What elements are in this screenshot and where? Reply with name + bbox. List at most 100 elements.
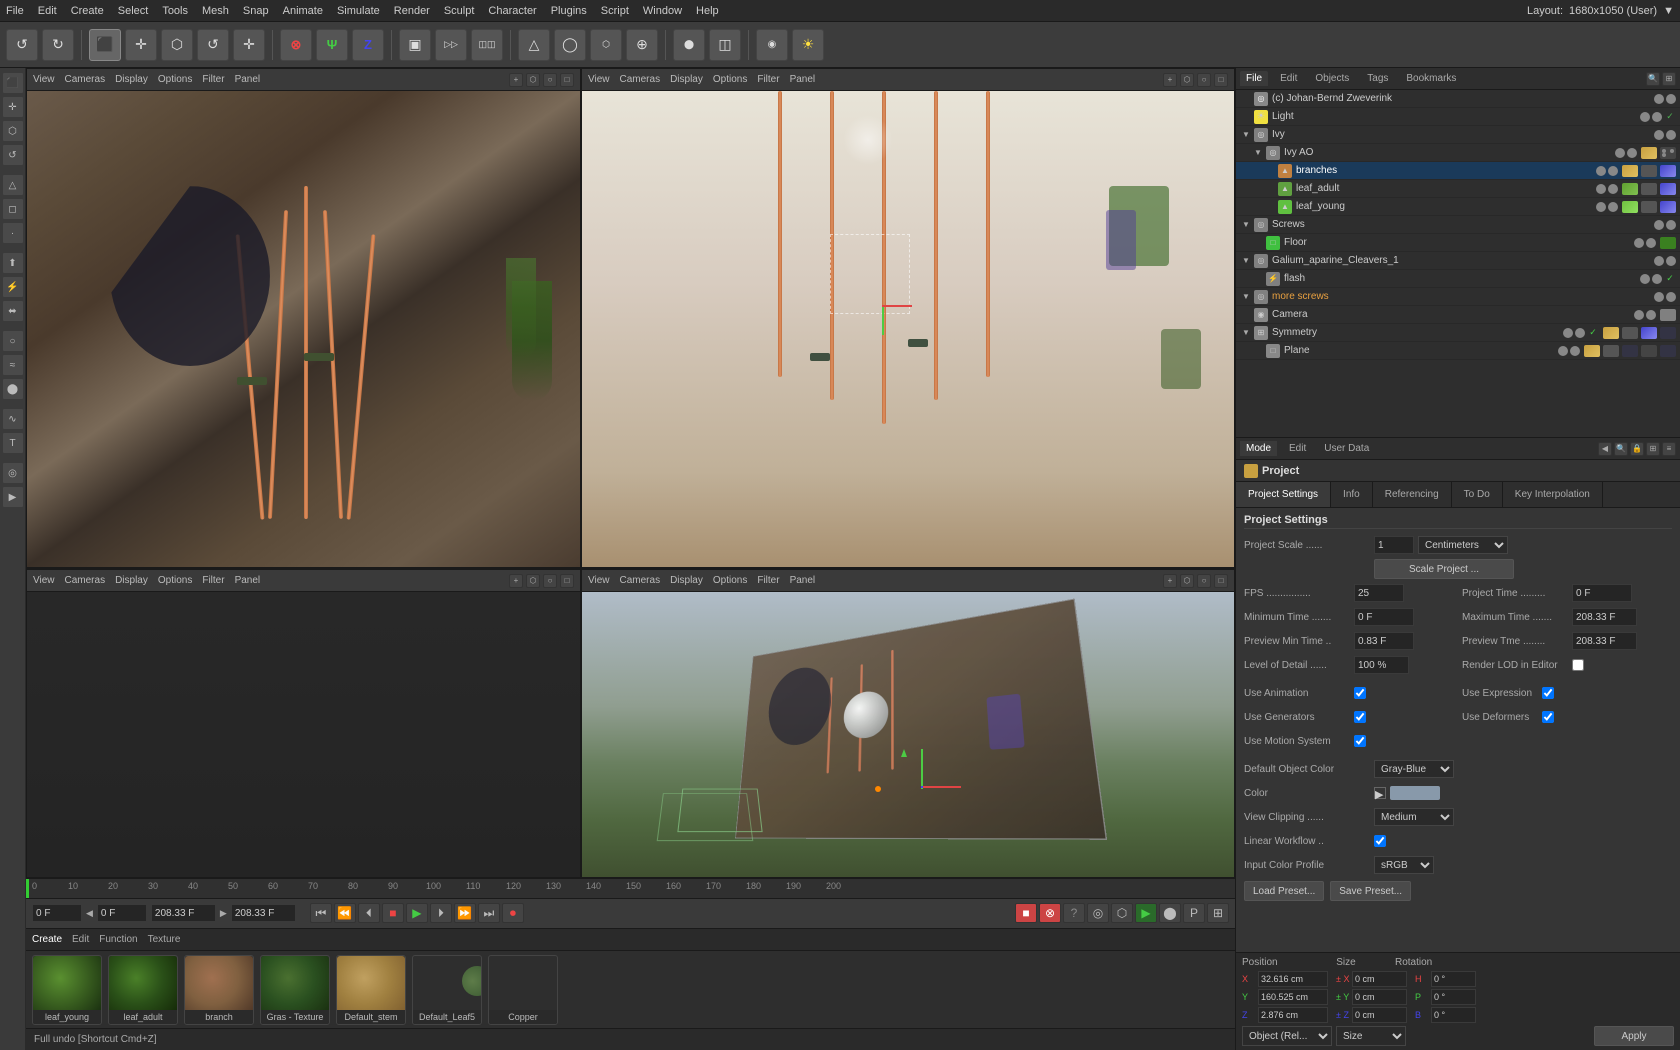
obj-tag3-symmetry[interactable] (1660, 327, 1676, 339)
prop-lod-input[interactable] (1354, 656, 1409, 674)
menu-file[interactable]: File (6, 5, 24, 17)
timeline-ruler[interactable]: 0 10 20 30 40 50 60 70 80 90 100 110 120… (26, 879, 1235, 899)
play-fwd-button[interactable]: ⏩ (454, 903, 476, 923)
polygon-mode-button[interactable]: ◯ (554, 29, 586, 61)
obj-mat-symmetry[interactable] (1603, 327, 1619, 339)
viewport-top-right[interactable]: View Cameras Display Options Filter Pane… (581, 68, 1235, 568)
tool-scale[interactable]: ⬡ (2, 120, 24, 142)
obj-tag2-branches[interactable] (1641, 165, 1657, 177)
step-back-button[interactable]: ⏴ (358, 903, 380, 923)
vp-tr-btn2[interactable]: ⬡ (1180, 73, 1194, 87)
prop-mintime-input[interactable] (1354, 608, 1414, 626)
vp-main-display[interactable]: Display (115, 74, 148, 85)
render-all-button[interactable]: ◫◫ (471, 29, 503, 61)
material-branch[interactable]: branch (184, 955, 254, 1025)
obj-tag-leafadult[interactable] (1641, 183, 1657, 195)
obj-vis-galium[interactable] (1654, 256, 1664, 266)
vp-br-options[interactable]: Options (713, 575, 747, 586)
om-tab-tags[interactable]: Tags (1361, 71, 1394, 86)
tool-move[interactable]: ✛ (2, 96, 24, 118)
obj-render-leafyoung[interactable] (1608, 202, 1618, 212)
tool-extrude[interactable]: ⬆ (2, 252, 24, 274)
render-active-button[interactable]: ▷▷ (435, 29, 467, 61)
tool-text[interactable]: T (2, 432, 24, 454)
prop-fps-input[interactable] (1354, 584, 1404, 602)
render-icon-5[interactable]: ⬡ (1111, 903, 1133, 923)
vp-main-panel[interactable]: Panel (235, 74, 261, 85)
obj-vis-dot[interactable] (1654, 94, 1664, 104)
obj-ivy[interactable]: ▼ ◎ Ivy (1236, 126, 1680, 144)
render-icon-8[interactable]: P (1183, 903, 1205, 923)
props-tab-referencing[interactable]: Referencing (1373, 482, 1452, 507)
vp-main-view[interactable]: View (33, 74, 55, 85)
snap-button[interactable]: ⬤ (673, 29, 705, 61)
obj-mat-branches[interactable] (1622, 165, 1638, 177)
play-forward-button[interactable]: ▶ (406, 903, 428, 923)
vp-br-filter[interactable]: Filter (757, 575, 779, 586)
vp-tr-btn3[interactable]: ○ (1197, 73, 1211, 87)
size-mode-dropdown[interactable]: Size Scale (1336, 1026, 1406, 1046)
render-icon-3[interactable]: ? (1063, 903, 1085, 923)
x-pos-input[interactable]: 32.616 cm (1258, 971, 1328, 987)
obj-render-ivyao[interactable] (1627, 148, 1637, 158)
obj-galium[interactable]: ▼ ◎ Galium_aparine_Cleavers_1 (1236, 252, 1680, 270)
tool-edge[interactable]: ◻ (2, 198, 24, 220)
obj-render-floor[interactable] (1646, 238, 1656, 248)
obj-leaf-adult[interactable]: ▲ leaf_adult (1236, 180, 1680, 198)
obj-render-screws[interactable] (1666, 220, 1676, 230)
vp-tr-filter[interactable]: Filter (757, 74, 779, 85)
obj-mat-plane[interactable] (1584, 345, 1600, 357)
render-icon-9[interactable]: ⊞ (1207, 903, 1229, 923)
vp-br-cameras[interactable]: Cameras (620, 575, 661, 586)
y-size-input[interactable] (1352, 989, 1407, 1005)
obj-flash[interactable]: ⚡ flash ✓ (1236, 270, 1680, 288)
tab-texture[interactable]: Texture (148, 934, 181, 945)
vp-main-btn4[interactable]: □ (560, 73, 574, 87)
menu-script[interactable]: Script (601, 5, 629, 17)
point-mode-button[interactable]: ⊕ (626, 29, 658, 61)
obj-vis-camera[interactable] (1634, 310, 1644, 320)
vp-main-filter[interactable]: Filter (202, 74, 224, 85)
menu-character[interactable]: Character (488, 5, 536, 17)
vp-br-panel[interactable]: Panel (790, 575, 816, 586)
material-leaf-adult[interactable]: leaf_adult (108, 955, 178, 1025)
obj-render-ivy[interactable] (1666, 130, 1676, 140)
obj-vis-leafadult[interactable] (1596, 184, 1606, 194)
prop-defcolor-dropdown[interactable]: Gray-Blue Red Green (1374, 760, 1454, 778)
prop-usegen-cb[interactable] (1354, 711, 1366, 723)
menu-sculpt[interactable]: Sculpt (444, 5, 475, 17)
obj-render-leafadult[interactable] (1608, 184, 1618, 194)
vp-main-cameras[interactable]: Cameras (65, 74, 106, 85)
obj-render-flash[interactable] (1652, 274, 1662, 284)
p-rot-input[interactable] (1431, 989, 1476, 1005)
light-button[interactable]: ☀ (792, 29, 824, 61)
props-tab-keyinterp[interactable]: Key Interpolation (1503, 482, 1603, 507)
save-preset-button[interactable]: Save Preset... (1330, 881, 1411, 901)
obj-tag-leafyoung[interactable] (1641, 201, 1657, 213)
z-size-input[interactable] (1352, 1007, 1407, 1023)
render-icon-7[interactable]: ⬤ (1159, 903, 1181, 923)
mode-tab-mode[interactable]: Mode (1240, 441, 1277, 456)
goto-start-button[interactable]: ⏮ (310, 903, 332, 923)
timeline-field2[interactable] (97, 904, 147, 922)
prop-project-scale-input[interactable] (1374, 536, 1414, 554)
props-tab-settings[interactable]: Project Settings (1236, 482, 1331, 507)
mode-tab-userdata[interactable]: User Data (1318, 441, 1375, 456)
select-tool-button[interactable]: ⬛ (89, 29, 121, 61)
vp-tr-btn1[interactable]: + (1163, 73, 1177, 87)
obj-render-plane[interactable] (1570, 346, 1580, 356)
step-forward-button[interactable]: ⏵ (430, 903, 452, 923)
z-pos-input[interactable]: 2.876 cm (1258, 1007, 1328, 1023)
obj-light[interactable]: ☀ Light ✓ (1236, 108, 1680, 126)
vp-tr-display[interactable]: Display (670, 74, 703, 85)
vp-main-btn2[interactable]: ⬡ (526, 73, 540, 87)
obj-vis-morescrews[interactable] (1654, 292, 1664, 302)
obj-mat-camera[interactable] (1660, 309, 1676, 321)
render-icon-1[interactable]: ■ (1015, 903, 1037, 923)
vp-bl-btn3[interactable]: ○ (543, 574, 557, 588)
obj-zweverink[interactable]: ◎ (c) Johan-Bernd Zweverink (1236, 90, 1680, 108)
x-size-input[interactable] (1352, 971, 1407, 987)
prop-usedeform-cb[interactable] (1542, 711, 1554, 723)
prop-color-arrow[interactable]: ▶ (1374, 787, 1386, 799)
vp-bl-cameras[interactable]: Cameras (65, 575, 106, 586)
